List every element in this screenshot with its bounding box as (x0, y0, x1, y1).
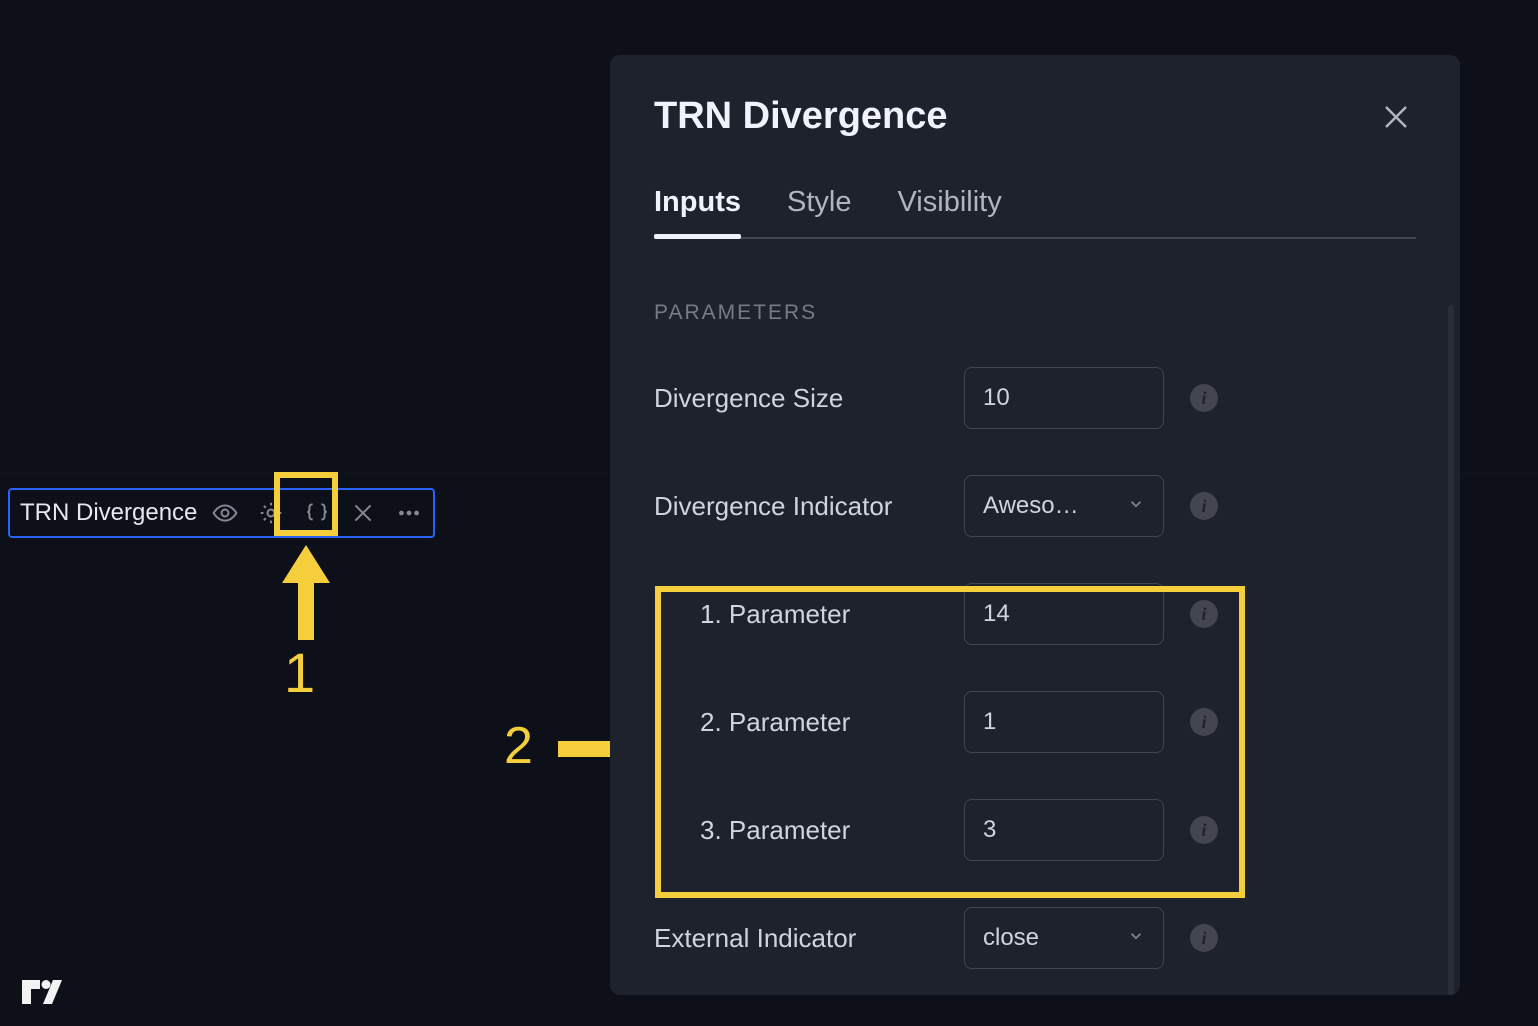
select-divergence-indicator[interactable]: Aweso… (964, 475, 1164, 537)
info-icon[interactable] (1190, 708, 1218, 736)
select-value: close (983, 924, 1039, 952)
dialog-tabs: Inputs Style Visibility (654, 186, 1416, 239)
row-param-1: 1. Parameter (654, 583, 1416, 645)
input-param-3[interactable] (964, 799, 1164, 861)
gear-icon[interactable] (253, 495, 289, 531)
info-icon[interactable] (1190, 816, 1218, 844)
row-param-3: 3. Parameter (654, 799, 1416, 861)
tab-inputs[interactable]: Inputs (654, 186, 741, 237)
close-icon[interactable] (345, 495, 381, 531)
input-divergence-size[interactable] (964, 367, 1164, 429)
label-divergence-size: Divergence Size (654, 383, 964, 414)
dialog-close-button[interactable] (1376, 97, 1416, 137)
tab-visibility[interactable]: Visibility (897, 186, 1001, 237)
info-icon[interactable] (1190, 600, 1218, 628)
annotation-label-2: 2 (504, 716, 533, 776)
select-value: Aweso… (983, 492, 1079, 520)
row-divergence-size: Divergence Size (654, 367, 1416, 429)
row-external-indicator: External Indicator close (654, 907, 1416, 969)
code-braces-icon[interactable] (299, 495, 335, 531)
section-parameters: PARAMETERS (654, 301, 1416, 325)
label-divergence-indicator: Divergence Indicator (654, 491, 964, 522)
chevron-down-icon (1127, 492, 1145, 520)
chevron-down-icon (1127, 924, 1145, 952)
row-param-2: 2. Parameter (654, 691, 1416, 753)
input-param-1[interactable] (964, 583, 1164, 645)
indicator-chip[interactable]: TRN Divergence (8, 488, 435, 538)
scrollbar[interactable] (1448, 305, 1454, 995)
info-icon[interactable] (1190, 384, 1218, 412)
info-icon[interactable] (1190, 492, 1218, 520)
row-divergence-indicator: Divergence Indicator Aweso… (654, 475, 1416, 537)
dialog-title: TRN Divergence (654, 95, 948, 138)
annotation-arrow-1 (280, 545, 332, 645)
annotation-label-1: 1 (284, 640, 315, 705)
label-param-2: 2. Parameter (654, 707, 964, 738)
tab-style[interactable]: Style (787, 186, 851, 237)
more-icon[interactable] (391, 495, 427, 531)
info-icon[interactable] (1190, 924, 1218, 952)
label-param-3: 3. Parameter (654, 815, 964, 846)
label-external-indicator: External Indicator (654, 923, 964, 954)
settings-dialog: TRN Divergence Inputs Style Visibility P… (610, 55, 1460, 995)
label-param-1: 1. Parameter (654, 599, 964, 630)
select-external-indicator[interactable]: close (964, 907, 1164, 969)
input-param-2[interactable] (964, 691, 1164, 753)
indicator-name: TRN Divergence (20, 499, 197, 527)
eye-icon[interactable] (207, 495, 243, 531)
tradingview-logo (22, 977, 62, 1010)
